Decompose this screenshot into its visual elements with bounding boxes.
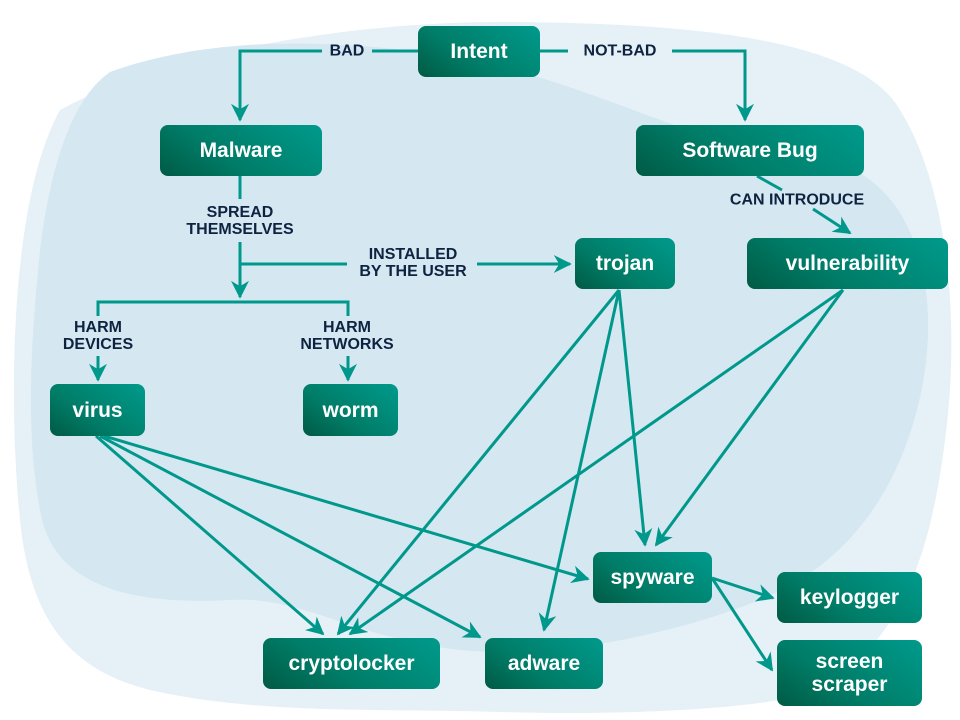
edge-label-installed-by-user: INSTALLED BY THE USER bbox=[359, 246, 467, 280]
edge-split-bar bbox=[96, 300, 350, 316]
edge-label-bad: BAD bbox=[329, 42, 365, 60]
edge-label-harm-devices: HARM DEVICES bbox=[62, 319, 134, 353]
node-keylogger[interactable]: keylogger bbox=[777, 572, 922, 623]
node-intent[interactable]: Intent bbox=[418, 26, 540, 77]
node-trojan[interactable]: trojan bbox=[575, 238, 675, 289]
edge-label-not-bad: NOT-BAD bbox=[583, 42, 657, 60]
edge-softwarebug-vuln-b bbox=[812, 207, 852, 235]
edge-intent-malware-arrow bbox=[231, 49, 322, 122]
edge-trojan-spyware bbox=[617, 289, 653, 547]
node-cryptolocker[interactable]: cryptolocker bbox=[263, 638, 440, 689]
node-software-bug[interactable]: Software Bug bbox=[636, 125, 864, 176]
edge-softwarebug-vuln-a bbox=[756, 174, 783, 192]
node-virus[interactable]: virus bbox=[50, 384, 145, 436]
node-worm[interactable]: worm bbox=[303, 384, 398, 436]
node-malware[interactable]: Malware bbox=[160, 125, 322, 176]
node-vulnerability[interactable]: vulnerability bbox=[747, 238, 948, 289]
edge-label-harm-networks: HARM NETWORKS bbox=[300, 319, 394, 353]
edge-intent-softwarebug-arrow bbox=[672, 49, 754, 122]
node-spyware[interactable]: spyware bbox=[593, 552, 712, 603]
edge-vuln-spyware bbox=[654, 289, 845, 547]
node-adware[interactable]: adware bbox=[485, 638, 603, 689]
node-screen-scraper[interactable]: screen scraper bbox=[777, 640, 922, 706]
edge-spyware-screenscraper bbox=[710, 577, 774, 672]
edge-spyware-keylogger bbox=[711, 576, 775, 602]
edge-label-can-introduce: CAN INTRODUCE bbox=[729, 191, 865, 209]
edge-label-spread-themselves: SPREAD THEMSELVES bbox=[186, 204, 294, 238]
